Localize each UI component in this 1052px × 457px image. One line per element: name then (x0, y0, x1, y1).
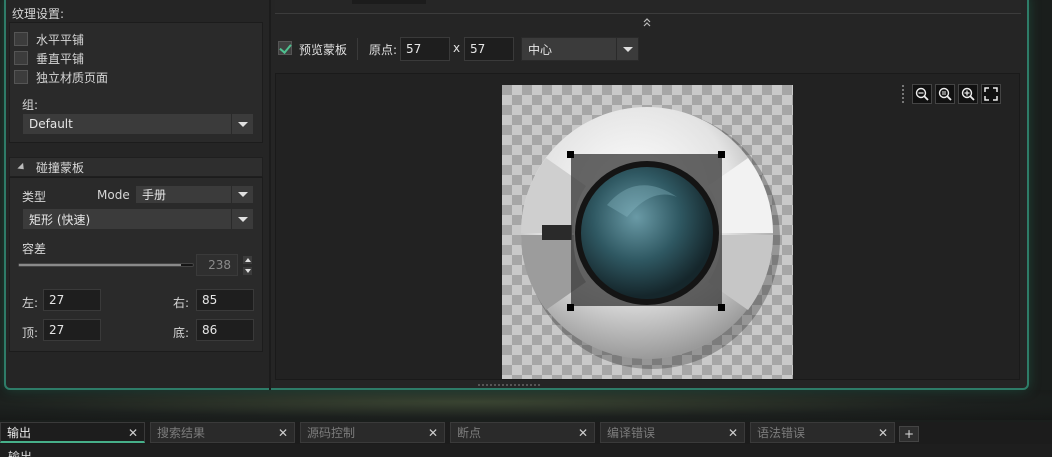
collapse-up-icon[interactable] (641, 16, 653, 28)
tab-compile-errors-label: 编译错误 (607, 426, 656, 440)
origin-x-field[interactable]: 57 (400, 37, 450, 61)
origin-label: 原点: (369, 43, 398, 57)
output-panel: 输出 (0, 444, 1052, 457)
panel-divider[interactable] (269, 0, 271, 390)
output-header: 输出 (8, 450, 33, 457)
collision-mask-title: 碰撞蒙板 (36, 160, 85, 175)
zoom-toolbar (902, 83, 1004, 105)
left-bound-field[interactable]: 27 (43, 289, 101, 311)
frame-tab[interactable] (352, 0, 426, 4)
spin-down-icon[interactable] (242, 266, 253, 276)
right-bound-label: 右: (173, 296, 190, 310)
tolerance-slider[interactable] (18, 263, 194, 267)
close-icon[interactable]: ✕ (578, 426, 588, 440)
type-label: 类型 (22, 190, 47, 204)
checkbox-row-vtile[interactable]: 垂直平铺 (14, 50, 84, 66)
tab-syntax-errors[interactable]: 语法错误 ✕ (750, 422, 895, 443)
tolerance-label: 容差 (22, 242, 47, 256)
htile-label: 水平平铺 (36, 32, 85, 47)
tab-output-label: 输出 (7, 425, 32, 440)
origin-mode-dropdown[interactable]: 中心 (521, 37, 639, 61)
group-label: 组: (22, 98, 39, 112)
close-icon[interactable]: ✕ (878, 426, 888, 440)
top-bound-field[interactable]: 27 (43, 319, 101, 341)
vtile-checkbox[interactable] (14, 51, 28, 65)
sprite-canvas[interactable] (502, 85, 793, 379)
mode-value: 手册 (142, 188, 167, 202)
grip-icon[interactable] (902, 85, 908, 103)
frames-strip (275, 0, 1021, 14)
bottom-bound-label: 底: (173, 326, 190, 340)
origin-y-field[interactable]: 57 (464, 37, 514, 61)
zoom-out-icon[interactable] (912, 84, 932, 104)
preview-toolbar: 预览蒙板 原点: 57 x 57 中心 (275, 35, 1021, 61)
separate-page-checkbox[interactable] (14, 70, 28, 84)
group-value: Default (29, 117, 73, 131)
preview-mask-label: 预览蒙板 (299, 43, 348, 57)
vtile-label: 垂直平铺 (36, 51, 85, 66)
chevron-down-icon[interactable] (231, 186, 253, 203)
origin-separator: x (453, 41, 461, 55)
mode-label: Mode (97, 188, 130, 202)
origin-mode-value: 中心 (528, 42, 553, 57)
group-dropdown[interactable]: Default (22, 113, 254, 135)
add-tab-button[interactable]: + (899, 426, 919, 442)
tab-source-control-label: 源码控制 (307, 426, 356, 440)
mode-dropdown[interactable]: 手册 (135, 185, 254, 204)
collision-mask-header[interactable]: 碰撞蒙板 (9, 157, 263, 177)
separate-page-label: 独立材质页面 (36, 70, 109, 85)
chevron-down-icon[interactable] (231, 114, 253, 134)
tab-search-results-label: 搜索结果 (157, 426, 206, 440)
preview-mask-checkbox[interactable] (278, 41, 292, 55)
resize-grip[interactable] (478, 384, 540, 387)
tab-output[interactable]: 输出 ✕ (0, 422, 145, 443)
htile-checkbox[interactable] (14, 32, 28, 46)
ambient-background (0, 390, 1052, 420)
tab-compile-errors[interactable]: 编译错误 ✕ (600, 422, 745, 443)
tab-search-results[interactable]: 搜索结果 ✕ (150, 422, 295, 443)
spin-up-icon[interactable] (242, 255, 253, 265)
tab-syntax-errors-label: 语法错误 (757, 426, 806, 440)
texture-settings-label: 纹理设置: (12, 7, 65, 21)
zoom-in-icon[interactable] (958, 84, 978, 104)
close-icon[interactable]: ✕ (728, 426, 738, 440)
toolbar-separator (357, 38, 358, 60)
tab-breakpoints-label: 断点 (457, 426, 482, 440)
tolerance-field[interactable]: 238 (196, 254, 238, 276)
sprite-image (521, 107, 780, 369)
close-icon[interactable]: ✕ (428, 426, 438, 440)
tolerance-slider-fill (19, 264, 181, 266)
fit-screen-icon[interactable] (981, 84, 1001, 104)
mask-shape-value: 矩形 (快速) (29, 212, 91, 227)
checkbox-row-separate-page[interactable]: 独立材质页面 (14, 69, 108, 85)
tab-breakpoints[interactable]: 断点 ✕ (450, 422, 595, 443)
bottom-bound-field[interactable]: 86 (196, 319, 254, 341)
close-icon[interactable]: ✕ (278, 426, 288, 440)
top-bound-label: 顶: (22, 326, 39, 340)
chevron-down-icon[interactable] (231, 209, 253, 229)
chevron-down-icon[interactable] (616, 38, 638, 60)
collapse-triangle-icon[interactable] (17, 162, 27, 172)
mask-shape-dropdown[interactable]: 矩形 (快速) (22, 208, 254, 230)
left-bound-label: 左: (22, 296, 39, 310)
zoom-reset-icon[interactable] (935, 84, 955, 104)
output-tabbar: 输出 ✕ 搜索结果 ✕ 源码控制 ✕ 断点 ✕ 编译错误 ✕ 语法错误 ✕ + (0, 422, 1052, 444)
checkbox-row-htile[interactable]: 水平平铺 (14, 31, 84, 47)
close-icon[interactable]: ✕ (128, 426, 138, 440)
right-bound-field[interactable]: 85 (196, 289, 254, 311)
tab-source-control[interactable]: 源码控制 ✕ (300, 422, 445, 443)
